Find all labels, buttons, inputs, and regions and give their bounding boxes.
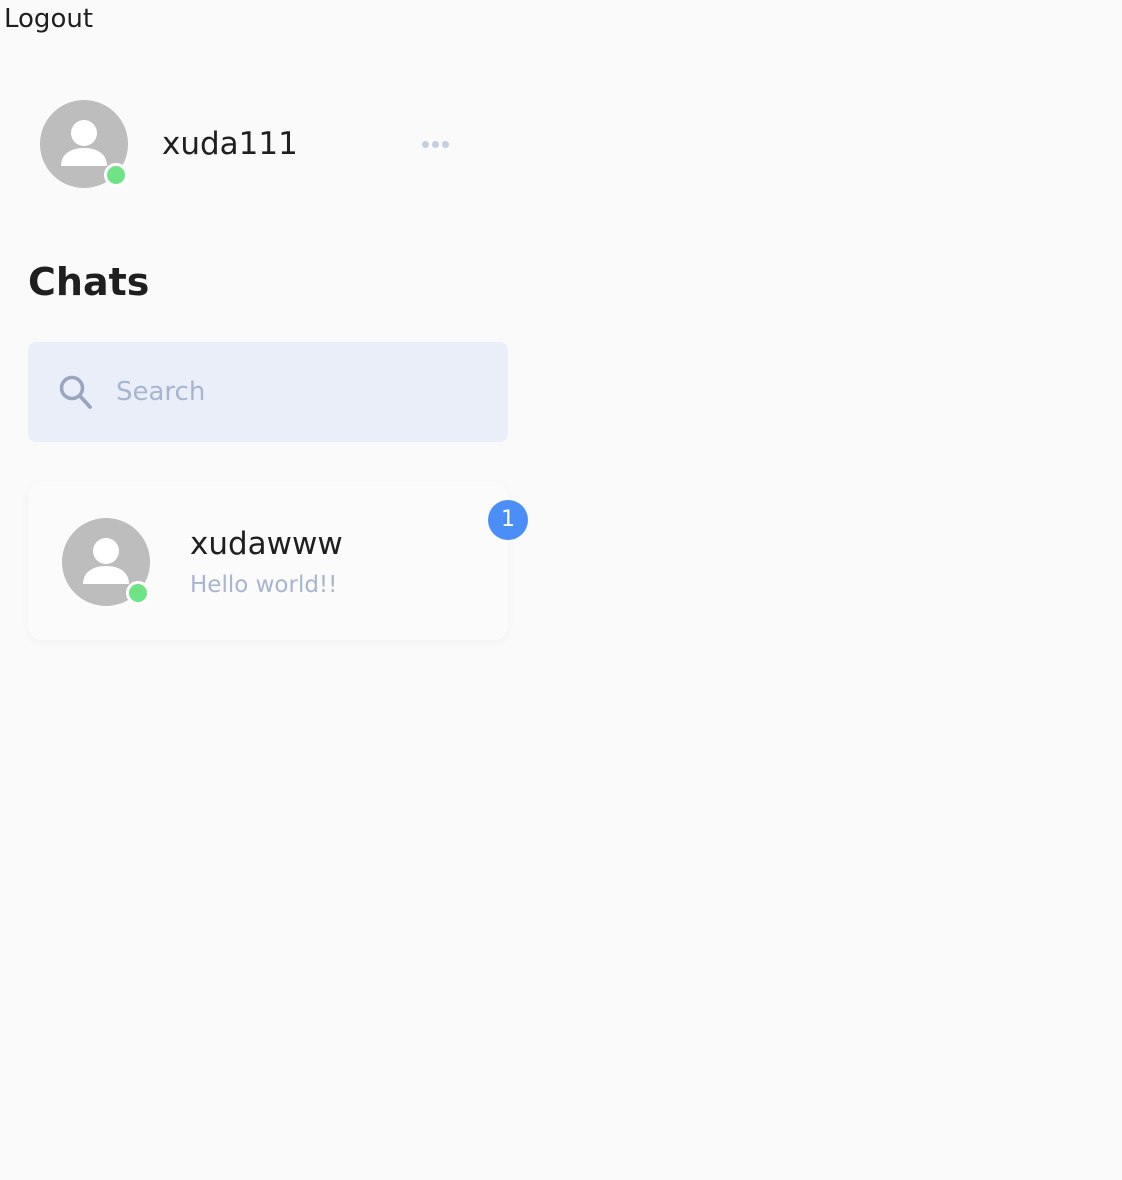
profile-header: xuda111 bbox=[40, 100, 480, 188]
online-status-indicator bbox=[126, 581, 150, 605]
profile-username: xuda111 bbox=[162, 126, 298, 162]
chats-heading: Chats bbox=[28, 260, 150, 304]
search-input[interactable] bbox=[116, 370, 476, 414]
avatar bbox=[62, 518, 150, 606]
online-status-indicator bbox=[104, 163, 128, 187]
avatar[interactable] bbox=[40, 100, 128, 188]
chat-contact-name: xudawww bbox=[190, 526, 343, 562]
search-box[interactable] bbox=[28, 342, 508, 442]
chat-last-message: Hello world!! bbox=[190, 572, 338, 598]
chat-list-item[interactable]: xudawww Hello world!! 1 bbox=[28, 482, 528, 640]
unread-count-badge: 1 bbox=[488, 500, 528, 540]
search-icon bbox=[59, 375, 92, 409]
more-horizontal-icon bbox=[441, 140, 449, 148]
more-horizontal-icon bbox=[421, 140, 429, 148]
more-horizontal-icon bbox=[431, 140, 439, 148]
logout-link[interactable]: Logout bbox=[4, 2, 93, 36]
more-options-button[interactable] bbox=[412, 132, 458, 156]
